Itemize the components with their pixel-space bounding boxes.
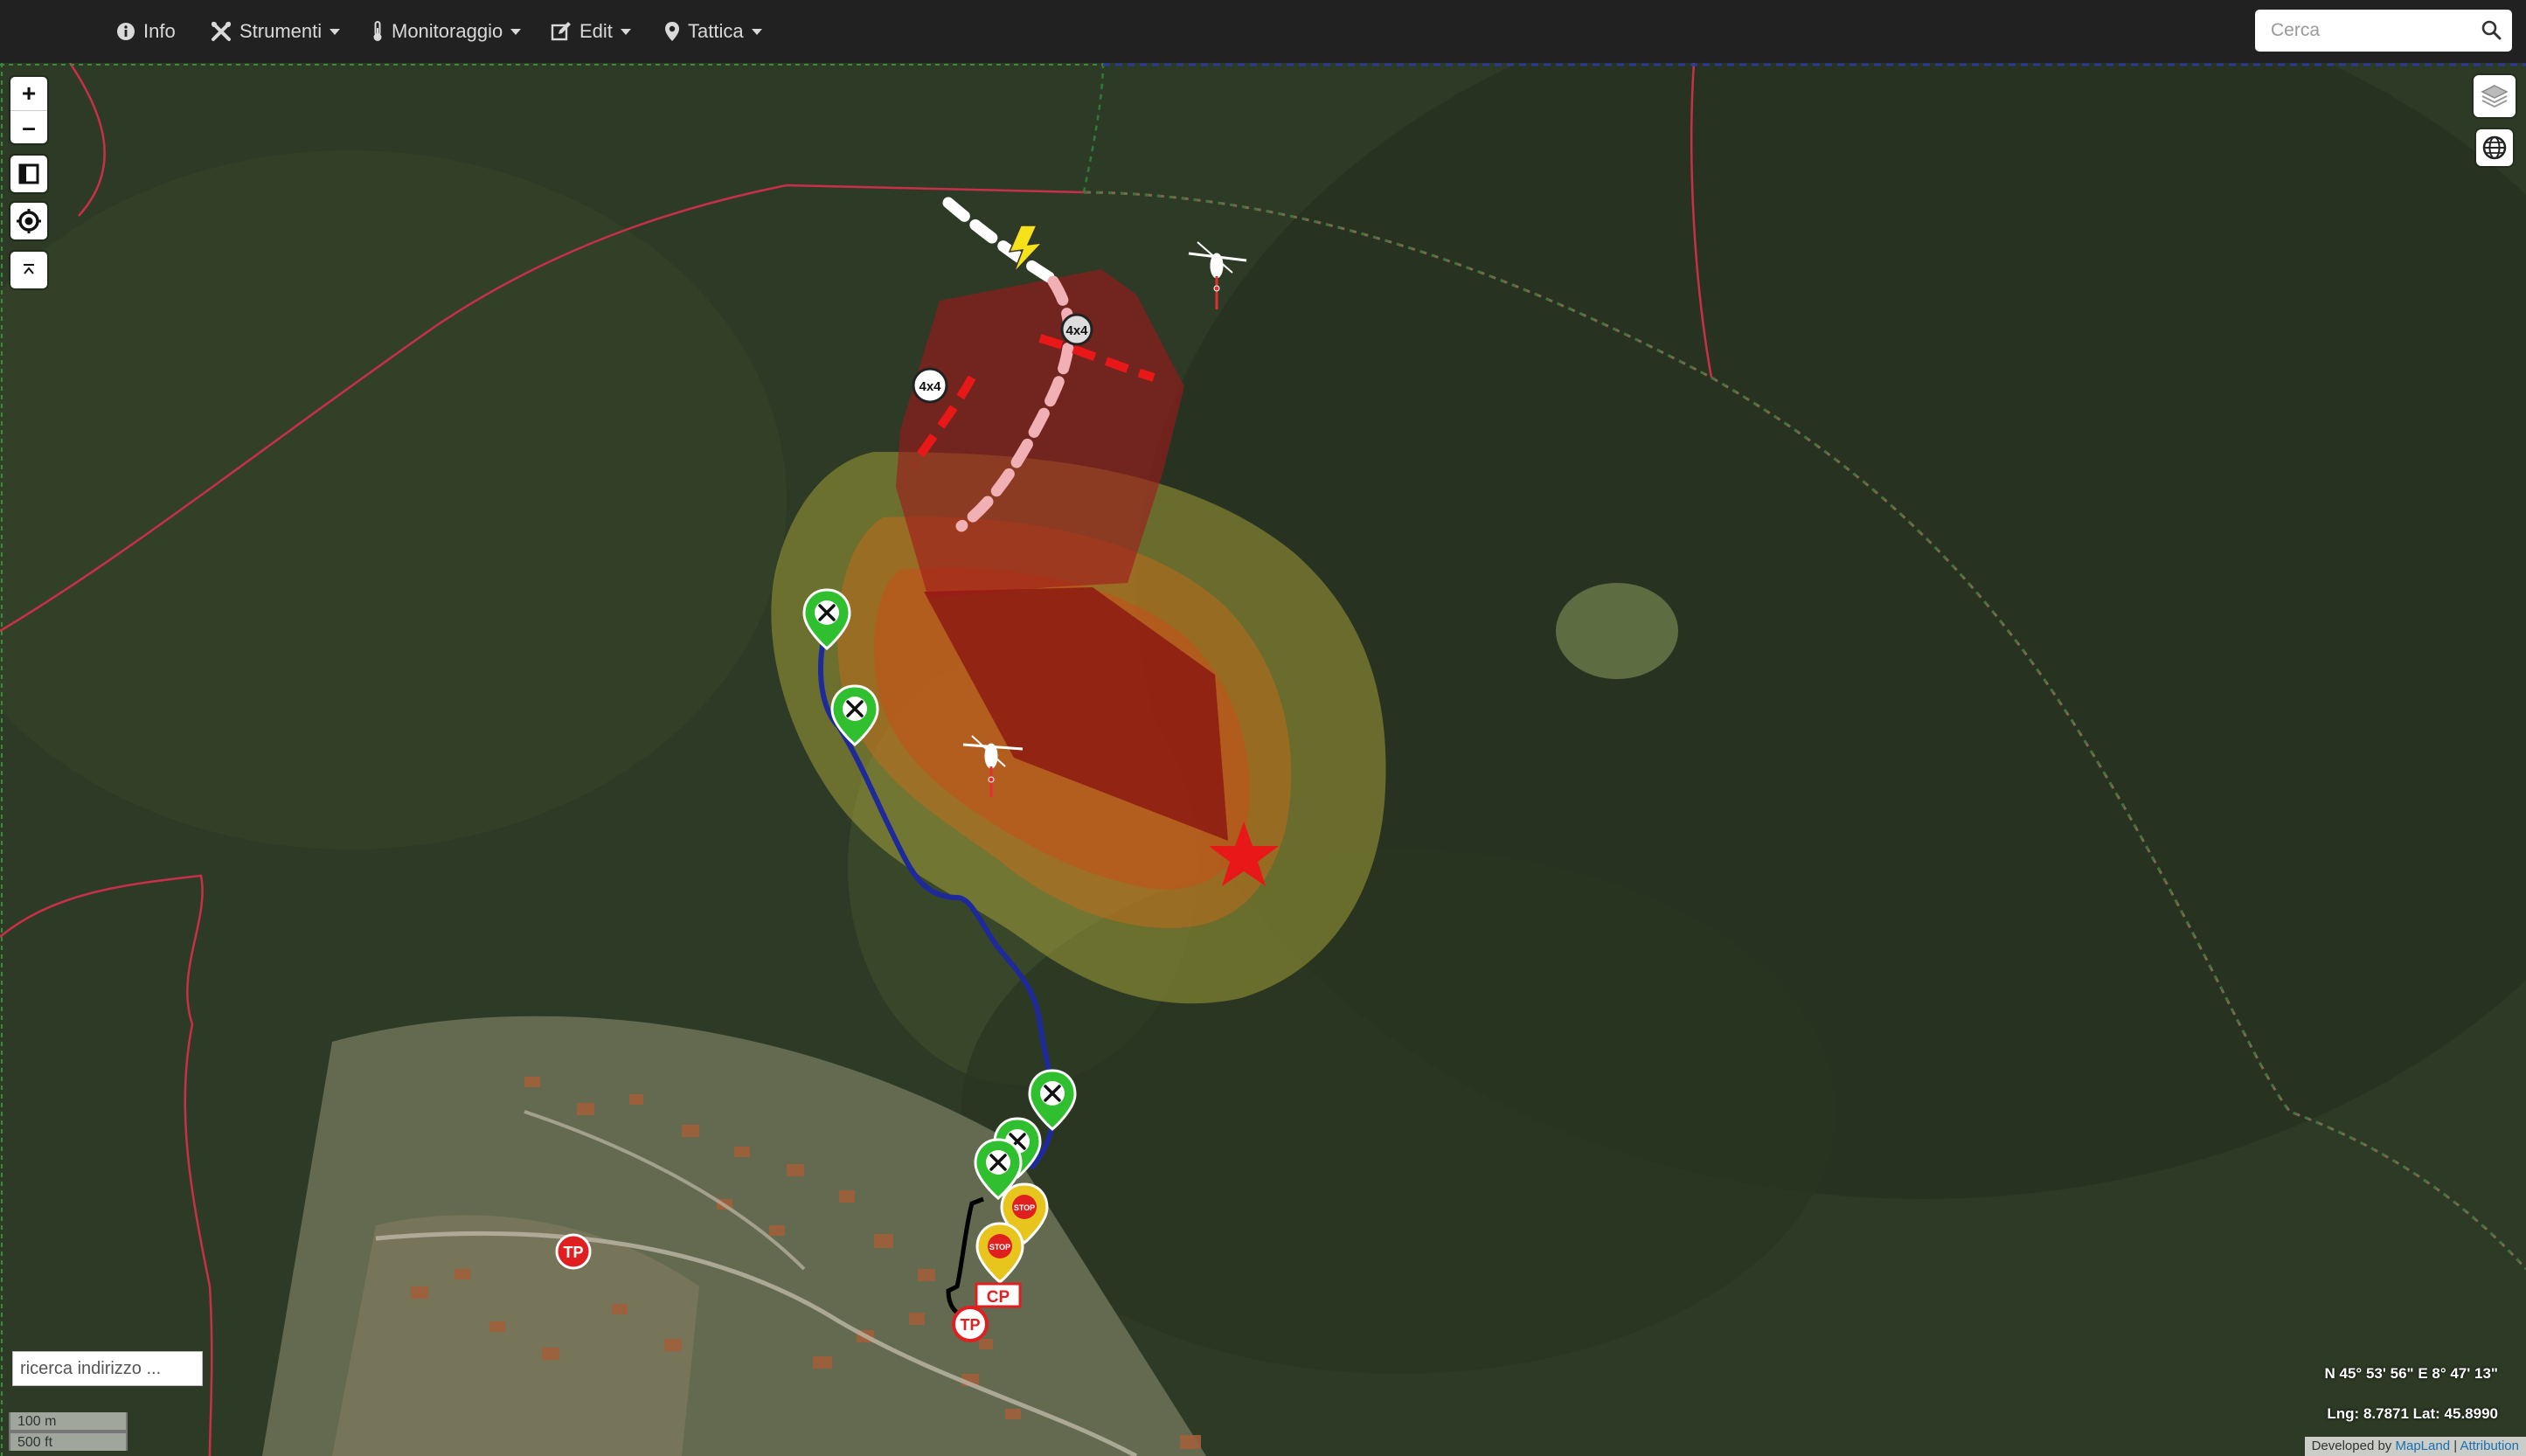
crosshair-icon [17, 209, 41, 233]
stop-marker-yellow[interactable]: STOP [975, 1222, 1024, 1284]
globe-button[interactable] [2476, 129, 2513, 166]
zoom-out-button[interactable]: – [10, 111, 47, 144]
nav-monitoraggio-label: Monitoraggio [392, 20, 503, 42]
address-search-box [12, 1351, 203, 1386]
white-dashed-line[interactable] [942, 197, 1055, 283]
nav-tattica-label: Tattica [688, 20, 744, 42]
attribution-separator: | [2450, 1439, 2460, 1453]
layers-button[interactable] [2474, 75, 2516, 117]
cp-marker-label: CP [987, 1288, 1010, 1307]
tools-marker-green[interactable] [1028, 1069, 1077, 1131]
map-canvas[interactable]: 4x4 4x4 STOP STOP CP TP TP + – ricerca i… [0, 63, 2526, 1456]
chevron-up-icon [24, 264, 34, 274]
chevron-down-icon [510, 28, 522, 35]
nav-info-label: Info [143, 20, 176, 42]
scale-metric: 100 m [9, 1412, 128, 1432]
search-icon[interactable] [2481, 19, 2502, 40]
nav-strumenti-label: Strumenti [239, 20, 323, 42]
map-marker-icon [665, 22, 679, 41]
coordinates-decimal: Lng: 8.7871 Lat: 45.8990 [2327, 1405, 2498, 1422]
vehicle-marker-label: 4x4 [919, 379, 941, 394]
search-input[interactable] [2255, 10, 2465, 52]
scale-imperial: 500 ft [9, 1432, 128, 1451]
top-navbar: Info Strumenti Monitoraggio Edit Tattica [0, 0, 2526, 63]
attribution-link[interactable]: Attribution [2460, 1439, 2519, 1453]
attribution-link-developer[interactable]: MapLand [2395, 1439, 2450, 1453]
nav-info[interactable]: Info [116, 0, 176, 63]
vehicle-marker-4x4-b[interactable]: 4x4 [912, 367, 948, 404]
search-box [2255, 10, 2512, 52]
vehicle-marker-label: 4x4 [1065, 323, 1088, 338]
chevron-down-icon [620, 28, 631, 35]
draw-rectangle-button[interactable] [10, 156, 47, 192]
tp-marker[interactable]: TP [555, 1233, 592, 1270]
nav-tattica[interactable]: Tattica [664, 0, 762, 63]
tp-marker[interactable]: TP [952, 1306, 989, 1342]
chevron-down-icon [330, 28, 341, 35]
cp-command-post-marker[interactable]: CP [975, 1282, 1022, 1308]
tools-icon [212, 22, 231, 41]
tp-marker-label: TP [563, 1244, 583, 1261]
stop-marker-label: STOP [989, 1243, 1010, 1251]
locate-button[interactable] [10, 203, 47, 239]
edit-icon [551, 22, 571, 41]
nav-monitoraggio[interactable]: Monitoraggio [371, 0, 522, 63]
address-search-input[interactable] [13, 1352, 202, 1385]
nav-edit[interactable]: Edit [551, 0, 631, 63]
info-circle-icon [117, 23, 135, 40]
zoom-in-button[interactable]: + [10, 77, 47, 111]
tactical-overlay: 4x4 4x4 STOP STOP CP TP TP [555, 197, 1386, 1342]
helicopter-icon[interactable] [1188, 241, 1247, 309]
attribution: Developed by MapLand | Attribution [2304, 1437, 2526, 1456]
vehicle-marker-4x4-a[interactable]: 4x4 [1060, 313, 1093, 346]
attribution-prefix: Developed by [2311, 1439, 2396, 1453]
tp-marker-label: TP [960, 1316, 980, 1334]
coordinates-dms: N 45° 53' 56" E 8° 47' 13" [2324, 1365, 2498, 1382]
globe-icon [2482, 135, 2507, 160]
thermometer-icon [373, 21, 382, 41]
collapse-button[interactable] [10, 252, 47, 288]
nav-strumenti[interactable]: Strumenti [211, 0, 341, 63]
nav-edit-label: Edit [579, 20, 613, 42]
zoom-control: + – [10, 77, 47, 143]
square-outline-icon [18, 163, 39, 184]
layers-icon [2481, 85, 2509, 108]
chevron-down-icon [751, 28, 762, 35]
stop-marker-label: STOP [1014, 1203, 1035, 1212]
